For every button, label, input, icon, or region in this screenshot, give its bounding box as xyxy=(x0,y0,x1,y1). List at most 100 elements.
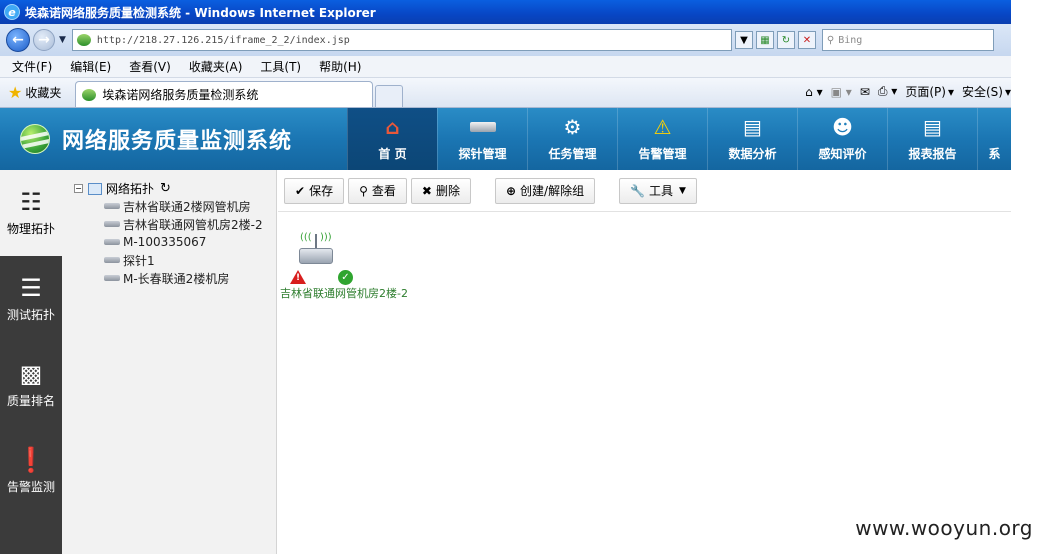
menu-favorites[interactable]: 收藏夹(A) xyxy=(189,58,243,75)
view-button[interactable]: ⚲ 查看 xyxy=(348,177,407,204)
favorites-button[interactable]: ★ 收藏夹 xyxy=(0,79,61,105)
page-menu-arrow-icon[interactable]: ▾ xyxy=(948,85,954,99)
menu-edit[interactable]: 编辑(E) xyxy=(70,58,111,75)
tab-favicon-icon xyxy=(82,88,97,101)
nav-probe[interactable]: 探针管理 xyxy=(437,108,527,170)
feeds-icon[interactable]: ▣ ▾ xyxy=(831,85,852,99)
warning-mark: ! xyxy=(296,273,301,283)
device-icon xyxy=(104,257,120,263)
menu-tools[interactable]: 工具(T) xyxy=(260,58,301,75)
nav-alarm-label: 告警管理 xyxy=(638,147,687,161)
nav-probe-label: 探针管理 xyxy=(458,147,507,161)
sidebar-item-alarm-monitor[interactable]: ❗ 告警监测 xyxy=(0,428,62,514)
device-icon xyxy=(104,221,120,227)
topology-content: ✔ 保存 ⚲ 查看 ✖ 删除 ⊕ 创建/解除组 🔧 工具 ▼ ((())) !… xyxy=(278,170,1011,554)
browser-window: e 埃森诺网络服务质量检测系统 - Windows Internet Explo… xyxy=(0,0,1011,554)
alert-icon: ❗ xyxy=(16,445,46,474)
safety-menu-arrow-icon[interactable]: ▾ xyxy=(1005,85,1011,99)
sidebar-label: 告警监测 xyxy=(6,479,55,494)
nav-data[interactable]: ▤ 数据分析 xyxy=(707,108,797,170)
chevron-down-icon: ▼ xyxy=(679,185,686,196)
menu-file[interactable]: 文件(F) xyxy=(12,58,52,75)
left-sidebar: ☷ 物理拓扑 ☰ 测试拓扑 ▩ 质量排名 ❗ 告警监测 xyxy=(0,170,62,554)
sidebar-item-test-topology[interactable]: ☰ 测试拓扑 xyxy=(0,256,62,342)
refresh-icon[interactable]: ↻ xyxy=(160,181,171,196)
tools-label: 工具 xyxy=(649,184,674,198)
address-row: ← → ▼ http://218.27.126.215/iframe_2_2/i… xyxy=(0,24,1011,56)
chart-icon: ▤ xyxy=(743,115,762,139)
plus-circle-icon: ⊕ xyxy=(505,183,517,198)
tree-node[interactable]: 探针1 xyxy=(62,251,276,269)
tools-dropdown-button[interactable]: 🔧 工具 ▼ xyxy=(619,177,697,204)
nav-report-label: 报表报告 xyxy=(908,147,957,161)
delete-button[interactable]: ✖ 删除 xyxy=(410,177,471,204)
address-field[interactable]: http://218.27.126.215/iframe_2_2/index.j… xyxy=(71,29,732,51)
menu-view[interactable]: 查看(V) xyxy=(129,58,171,75)
tree-node[interactable]: M-长春联通2楼机房 xyxy=(62,269,276,287)
tree-node-label: M-长春联通2楼机房 xyxy=(123,271,230,286)
browser-tab[interactable]: 埃森诺网络服务质量检测系统 xyxy=(75,81,374,107)
search-input[interactable]: ⚲ Bing xyxy=(821,29,994,51)
wrench-icon: 🔧 xyxy=(630,183,646,198)
compat-view-icon[interactable]: ▦ xyxy=(755,31,774,49)
new-tab-button[interactable] xyxy=(375,85,404,107)
user-evaluation-icon: ☻ xyxy=(832,115,853,139)
stop-button[interactable]: ✕ xyxy=(797,31,816,49)
nav-report[interactable]: ▤ 报表报告 xyxy=(887,108,977,170)
tree-node[interactable]: M-100335067 xyxy=(62,233,276,251)
history-dropdown-icon[interactable]: ▼ xyxy=(59,35,66,45)
page-menu[interactable]: 页面(P) xyxy=(905,83,946,100)
group-button[interactable]: ⊕ 创建/解除组 xyxy=(494,177,596,204)
nav-eval-label: 感知评价 xyxy=(818,147,867,161)
nav-eval[interactable]: ☻ 感知评价 xyxy=(797,108,887,170)
app-logo-icon xyxy=(20,124,50,154)
topology-canvas[interactable]: ((( ))) ! ✓ 吉林省联通网管机房2楼-2 xyxy=(278,212,1011,552)
app-title: 网络服务质量监测系统 xyxy=(62,129,293,154)
save-button[interactable]: ✔ 保存 xyxy=(284,177,345,204)
save-label: 保存 xyxy=(309,184,334,198)
collapse-icon[interactable]: − xyxy=(74,184,83,193)
menu-bar: 文件(F) 编辑(E) 查看(V) 收藏夹(A) 工具(T) 帮助(H) xyxy=(0,56,1011,78)
nav-home[interactable]: ⌂ 首 页 xyxy=(347,108,437,170)
nav-home-label: 首 页 xyxy=(378,147,407,161)
forward-button[interactable]: → xyxy=(33,29,55,51)
tree-node-label: 探针1 xyxy=(123,253,155,268)
device-icon xyxy=(104,203,120,209)
ie-logo-icon: e xyxy=(4,4,20,20)
nav-alarm[interactable]: ⚠ 告警管理 xyxy=(617,108,707,170)
nav-system[interactable]: 系 xyxy=(977,108,1011,170)
app-header: 网络服务质量监测系统 ⌂ 首 页 探针管理 ⚙ 任务管理 ⚠ 告警管理 ▤ 数据… xyxy=(0,108,1011,170)
sidebar-label: 物理拓扑 xyxy=(6,221,55,236)
tree-root-label: 网络拓扑 xyxy=(106,182,155,196)
delete-label: 删除 xyxy=(435,184,460,198)
tree-root[interactable]: − 网络拓扑 ↻ xyxy=(62,180,276,197)
antenna-icon xyxy=(315,234,317,248)
probe-node[interactable]: ((( ))) xyxy=(296,232,336,274)
refresh-button[interactable]: ↻ xyxy=(776,31,795,49)
home-icon[interactable]: ⌂ ▾ xyxy=(805,85,822,99)
system-icon xyxy=(982,115,1008,139)
main-nav: ⌂ 首 页 探针管理 ⚙ 任务管理 ⚠ 告警管理 ▤ 数据分析 ☻ 感知评价 ▤… xyxy=(347,108,1011,170)
favorites-tab-bar: ★ 收藏夹 埃森诺网络服务质量检测系统 ⌂ ▾ ▣ ▾ ✉ ⎙ ▾ 页面(P) … xyxy=(0,78,1011,108)
nav-data-label: 数据分析 xyxy=(728,147,777,161)
close-icon: ✖ xyxy=(421,183,432,198)
menu-help[interactable]: 帮助(H) xyxy=(319,58,361,75)
house-icon: ⌂ xyxy=(385,115,400,139)
print-icon[interactable]: ⎙ ▾ xyxy=(878,84,897,99)
tree-node[interactable]: 吉林省联通2楼网管机房 xyxy=(62,197,276,215)
app-main: ☷ 物理拓扑 ☰ 测试拓扑 ▩ 质量排名 ❗ 告警监测 − 网络拓扑 ↻ 吉林省… xyxy=(0,170,1011,554)
device-icon xyxy=(104,239,120,245)
address-dropdown-button[interactable]: ▼ xyxy=(734,31,753,49)
topology-tree: − 网络拓扑 ↻ 吉林省联通2楼网管机房 吉林省联通网管机房2楼-2 M-100… xyxy=(62,170,277,554)
mail-icon[interactable]: ✉ xyxy=(860,85,870,99)
search-icon: ⚲ xyxy=(359,183,368,198)
router-icon xyxy=(299,248,333,264)
check-icon: ✔ xyxy=(295,183,306,198)
back-button[interactable]: ← xyxy=(6,28,30,52)
safety-menu[interactable]: 安全(S) xyxy=(962,83,1003,100)
sidebar-item-quality-ranking[interactable]: ▩ 质量排名 xyxy=(0,342,62,428)
tree-node-label: 吉林省联通网管机房2楼-2 xyxy=(123,217,263,232)
tree-node[interactable]: 吉林省联通网管机房2楼-2 xyxy=(62,215,276,233)
sidebar-item-physical-topology[interactable]: ☷ 物理拓扑 xyxy=(0,170,62,256)
nav-task[interactable]: ⚙ 任务管理 xyxy=(527,108,617,170)
